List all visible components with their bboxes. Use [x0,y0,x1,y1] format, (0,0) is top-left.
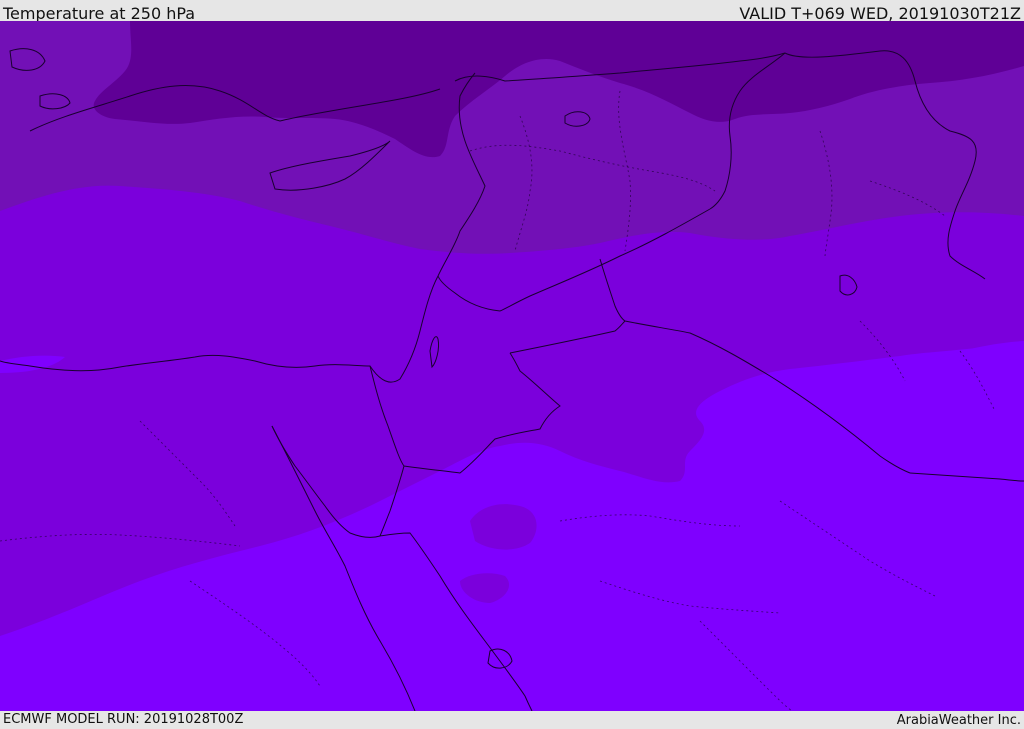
header-bar: Temperature at 250 hPa VALID T+069 WED, … [0,0,1024,23]
temperature-map[interactable] [0,21,1024,711]
map-frame: Temperature at 250 hPa VALID T+069 WED, … [0,0,1024,729]
model-run: ECMWF MODEL RUN: 20191028T00Z [3,712,244,727]
credit: ArabiaWeather Inc. [896,713,1021,728]
footer-bar: ECMWF MODEL RUN: 20191028T00Z ArabiaWeat… [0,711,1024,729]
